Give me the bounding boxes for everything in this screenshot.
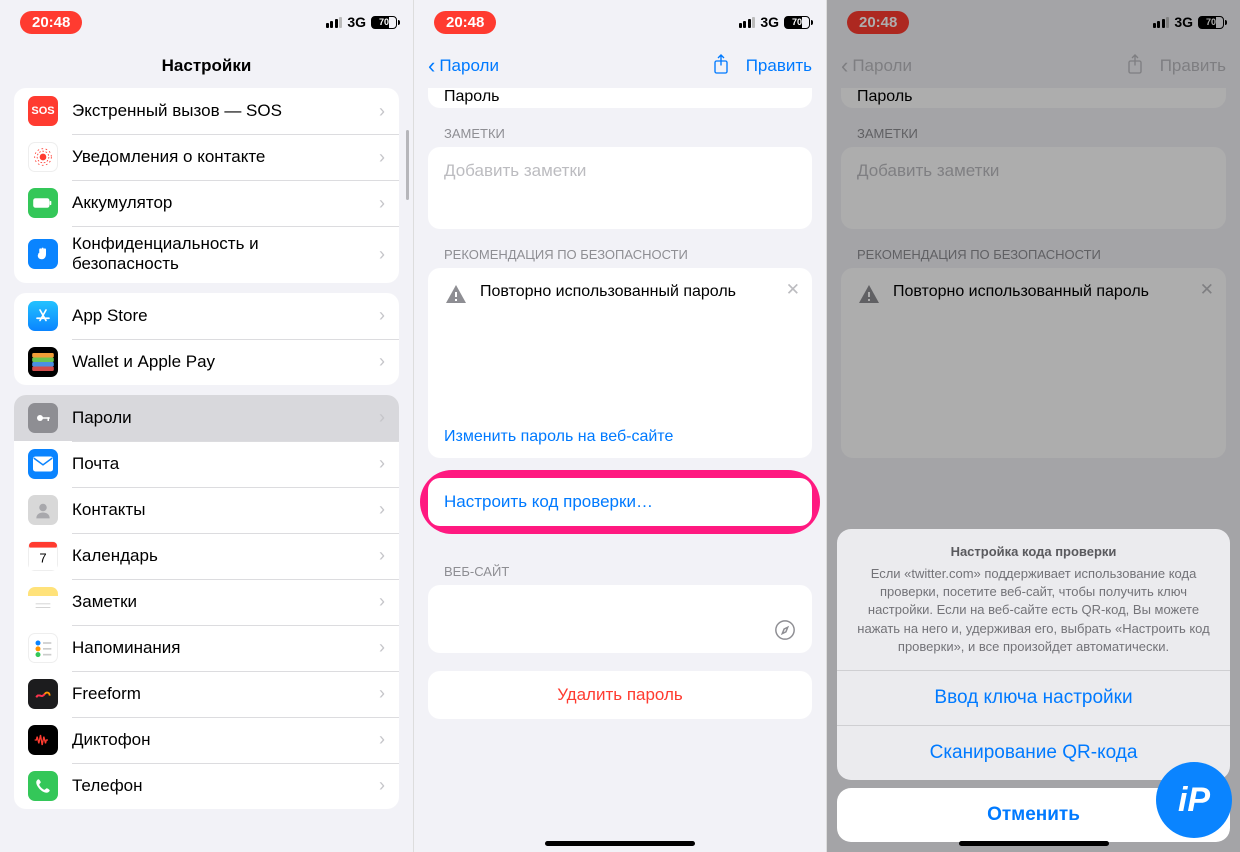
chevron-right-icon: ›: [379, 545, 385, 566]
status-bar: 20:48 3G 70: [414, 0, 826, 44]
status-time[interactable]: 20:48: [434, 11, 496, 34]
notes-field[interactable]: Добавить заметки: [428, 147, 812, 229]
signal-icon: [326, 17, 343, 28]
chevron-right-icon: ›: [379, 683, 385, 704]
share-button[interactable]: [712, 53, 730, 80]
warning-icon: [444, 282, 468, 306]
hand-icon: [28, 239, 58, 269]
reminders-icon: [28, 633, 58, 663]
home-indicator[interactable]: [545, 841, 695, 846]
sheet-header: Настройка кода проверки Если «twitter.co…: [837, 529, 1230, 670]
section-website-header: ВЕБ-САЙТ: [414, 546, 826, 585]
chevron-right-icon: ›: [379, 499, 385, 520]
sheet-body-text: Если «twitter.com» поддерживает использо…: [855, 565, 1212, 656]
network-label: 3G: [760, 14, 779, 30]
calendar-icon: 7: [28, 541, 58, 571]
voice-icon: [28, 725, 58, 755]
back-button[interactable]: ‹ Пароли: [428, 53, 499, 79]
mail-icon: [28, 449, 58, 479]
chevron-right-icon: ›: [379, 147, 385, 168]
wallet-icon: [28, 347, 58, 377]
key-icon: [28, 403, 58, 433]
screen-settings: 20:48 3G 70 Настройки SOS Экстренный выз…: [0, 0, 413, 852]
chevron-right-icon: ›: [379, 101, 385, 122]
row-notes[interactable]: Заметки ›: [14, 579, 399, 625]
row-password-truncated: Пароль: [428, 88, 812, 108]
setup-verification-code-button[interactable]: Настроить код проверки…: [428, 478, 812, 526]
row-calendar[interactable]: 7 Календарь ›: [14, 533, 399, 579]
share-icon: [712, 53, 730, 75]
delete-password-button[interactable]: Удалить пароль: [428, 671, 812, 719]
safari-icon: [774, 619, 796, 641]
highlight-ring: Настроить код проверки…: [420, 470, 820, 534]
phone-icon: [28, 771, 58, 801]
contacts-icon: [28, 495, 58, 525]
chevron-right-icon: ›: [379, 351, 385, 372]
notes-icon: [28, 587, 58, 617]
edit-button[interactable]: Править: [746, 56, 812, 76]
battery-icon: 70: [784, 16, 810, 29]
favicon: [444, 603, 476, 635]
nav-bar: Настройки: [0, 44, 413, 88]
nav-bar: ‹ Пароли Править: [414, 44, 826, 88]
watermark-badge: iP: [1156, 762, 1232, 838]
row-voicememo[interactable]: Диктофон ›: [14, 717, 399, 763]
chevron-right-icon: ›: [379, 591, 385, 612]
battery-icon: 70: [371, 16, 397, 29]
section-notes-header: ЗАМЕТКИ: [414, 108, 826, 147]
row-exposure[interactable]: Уведомления о контакте ›: [14, 134, 399, 180]
page-title: Настройки: [162, 56, 252, 76]
row-appstore[interactable]: App Store ›: [14, 293, 399, 339]
row-privacy[interactable]: Конфиденциальность и безопасность ›: [14, 226, 399, 283]
chevron-right-icon: ›: [379, 775, 385, 796]
status-time[interactable]: 20:48: [20, 11, 82, 34]
screen-action-sheet: 20:48 3G 70 ‹ Пароли Править Пароль ЗАМЕ…: [826, 0, 1240, 852]
freeform-icon: [28, 679, 58, 709]
chevron-right-icon: ›: [379, 244, 385, 265]
row-passwords[interactable]: Пароли ›: [14, 395, 399, 441]
appstore-icon: [28, 301, 58, 331]
row-sos[interactable]: SOS Экстренный вызов — SOS ›: [14, 88, 399, 134]
svg-text:7: 7: [39, 550, 46, 565]
row-mail[interactable]: Почта ›: [14, 441, 399, 487]
battery-icon: [28, 188, 58, 218]
scrollbar[interactable]: [406, 130, 409, 200]
chevron-right-icon: ›: [379, 305, 385, 326]
chevron-right-icon: ›: [379, 453, 385, 474]
screen-password-detail: 20:48 3G 70 ‹ Пароли Править Пароль ЗАМЕ…: [413, 0, 826, 852]
exposure-icon: [28, 142, 58, 172]
website-row[interactable]: [428, 585, 812, 653]
network-label: 3G: [347, 14, 366, 30]
section-security-header: РЕКОМЕНДАЦИЯ ПО БЕЗОПАСНОСТИ: [414, 229, 826, 268]
warning-text: Повторно использованный пароль: [480, 282, 736, 302]
chevron-left-icon: ‹: [428, 53, 435, 79]
chevron-right-icon: ›: [379, 407, 385, 428]
close-icon[interactable]: ✕: [786, 280, 800, 300]
chevron-right-icon: ›: [379, 193, 385, 214]
chevron-right-icon: ›: [379, 637, 385, 658]
row-battery[interactable]: Аккумулятор ›: [14, 180, 399, 226]
home-indicator[interactable]: [959, 841, 1109, 846]
chevron-right-icon: ›: [379, 729, 385, 750]
security-warning-card: Повторно использованный пароль ✕ Изменит…: [428, 268, 812, 458]
enter-setup-key-button[interactable]: Ввод ключа настройки: [837, 670, 1230, 725]
row-contacts[interactable]: Контакты ›: [14, 487, 399, 533]
row-reminders[interactable]: Напоминания ›: [14, 625, 399, 671]
row-phone[interactable]: Телефон ›: [14, 763, 399, 809]
sos-icon: SOS: [28, 96, 58, 126]
row-wallet[interactable]: Wallet и Apple Pay ›: [14, 339, 399, 385]
row-freeform[interactable]: Freeform ›: [14, 671, 399, 717]
signal-icon: [739, 17, 756, 28]
change-password-link[interactable]: Изменить пароль на веб-сайте: [444, 428, 673, 446]
status-bar: 20:48 3G 70: [0, 0, 413, 44]
